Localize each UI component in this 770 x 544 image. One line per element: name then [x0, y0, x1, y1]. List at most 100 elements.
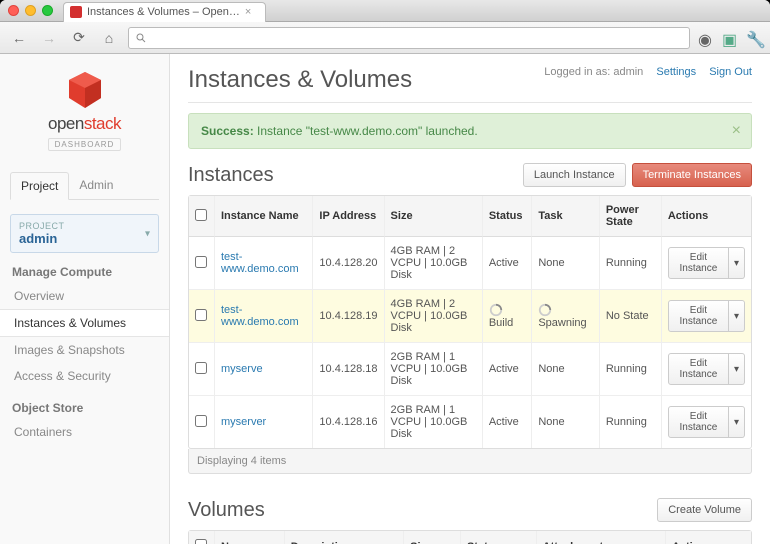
cell-size: 2GB RAM | 1 VCPU | 10.0GB Disk: [385, 343, 483, 396]
instances-table: Instance Name IP Address Size Status Tas…: [188, 195, 752, 449]
window-titlebar: Instances & Volumes – Open… ×: [0, 0, 770, 22]
globe-icon[interactable]: ◉: [698, 30, 714, 46]
edit-instance-dropdown[interactable]: ▾: [729, 353, 745, 385]
cell-size: 2GB RAM | 1 VCPU | 10.0GB Disk: [385, 396, 483, 448]
sidebar-item-overview[interactable]: Overview: [0, 283, 169, 309]
vcol-size: Size: [404, 531, 461, 544]
signout-link[interactable]: Sign Out: [709, 66, 752, 78]
project-selector[interactable]: PROJECT admin ▾: [10, 214, 159, 253]
row-checkbox[interactable]: [195, 309, 207, 321]
sidebar: openstack DASHBOARD Project Admin PROJEC…: [0, 54, 170, 544]
terminate-instances-button[interactable]: Terminate Instances: [632, 163, 752, 187]
extension-icon[interactable]: ▣: [722, 30, 738, 46]
tab-admin[interactable]: Admin: [69, 172, 123, 199]
col-actions: Actions: [662, 196, 751, 237]
table-row: test-www.demo.com 10.4.128.194GB RAM | 2 …: [189, 290, 751, 343]
openstack-icon: [63, 70, 107, 110]
col-status: Status: [483, 196, 532, 237]
section-compute-header: Manage Compute: [0, 253, 169, 283]
main-content: Instances & Volumes Logged in as: admin …: [170, 54, 770, 544]
sidebar-item-images-snapshots[interactable]: Images & Snapshots: [0, 337, 169, 363]
sidebar-item-access-security[interactable]: Access & Security: [0, 363, 169, 389]
launch-instance-button[interactable]: Launch Instance: [523, 163, 626, 187]
cell-power: No State: [600, 290, 662, 343]
cell-task: None: [532, 237, 600, 290]
table-row: myserve 10.4.128.182GB RAM | 1 VCPU | 10.…: [189, 343, 751, 396]
section-store-header: Object Store: [0, 389, 169, 419]
edit-instance-button[interactable]: Edit Instance: [668, 406, 729, 438]
back-button[interactable]: ←: [8, 28, 30, 48]
minimize-window-button[interactable]: [25, 5, 36, 16]
instance-name-link[interactable]: test-www.demo.com: [221, 251, 299, 275]
volumes-table: Name Description Size Status Attachments…: [188, 530, 752, 544]
cell-ip: 10.4.128.18: [313, 343, 384, 396]
select-all-checkbox[interactable]: [195, 209, 207, 221]
sidebar-item-instances-volumes[interactable]: Instances & Volumes: [0, 309, 169, 337]
volumes-heading: Volumes: [188, 499, 265, 522]
edit-instance-button[interactable]: Edit Instance: [668, 353, 729, 385]
instance-name-link[interactable]: myserve: [221, 363, 263, 375]
instances-footer: Displaying 4 items: [188, 449, 752, 474]
row-checkbox[interactable]: [195, 362, 207, 374]
address-bar[interactable]: [128, 27, 690, 49]
browser-toolbar: ← → ⟳ ⌂ ◉ ▣ 🔧: [0, 22, 770, 54]
cell-size: 4GB RAM | 2 VCPU | 10.0GB Disk: [385, 237, 483, 290]
sidebar-item-containers[interactable]: Containers: [0, 419, 169, 445]
cell-status: Active: [483, 396, 532, 448]
zoom-window-button[interactable]: [42, 5, 53, 16]
vcol-status: Status: [461, 531, 537, 544]
project-value: admin: [19, 231, 150, 246]
table-row: test-www.demo.com 10.4.128.204GB RAM | 2 …: [189, 237, 751, 290]
user-info: Logged in as: admin Settings Sign Out: [544, 66, 752, 78]
search-icon: [135, 32, 147, 44]
settings-link[interactable]: Settings: [656, 66, 696, 78]
wrench-icon[interactable]: 🔧: [746, 30, 762, 46]
instance-name-link[interactable]: test-www.demo.com: [221, 304, 299, 328]
close-tab-icon[interactable]: ×: [245, 6, 251, 18]
cell-status: Build: [483, 290, 532, 343]
close-alert-icon[interactable]: ×: [732, 122, 741, 140]
col-power: Power State: [600, 196, 662, 237]
edit-instance-button[interactable]: Edit Instance: [668, 247, 729, 279]
logo: openstack DASHBOARD: [0, 64, 169, 162]
instance-name-link[interactable]: myserver: [221, 416, 266, 428]
close-window-button[interactable]: [8, 5, 19, 16]
page-title: Instances & Volumes: [188, 66, 412, 94]
col-name: Instance Name: [215, 196, 313, 237]
dashboard-badge: DASHBOARD: [48, 138, 122, 151]
home-button[interactable]: ⌂: [98, 28, 120, 48]
edit-instance-dropdown[interactable]: ▾: [729, 406, 745, 438]
vcol-att: Attachments: [537, 531, 666, 544]
reload-button[interactable]: ⟳: [68, 28, 90, 48]
cell-ip: 10.4.128.16: [313, 396, 384, 448]
cell-size: 4GB RAM | 2 VCPU | 10.0GB Disk: [385, 290, 483, 343]
edit-instance-button[interactable]: Edit Instance: [668, 300, 729, 332]
cell-power: Running: [600, 343, 662, 396]
table-row: myserver 10.4.128.162GB RAM | 1 VCPU | 10…: [189, 396, 751, 448]
select-all-volumes-checkbox[interactable]: [195, 539, 207, 544]
create-volume-button[interactable]: Create Volume: [657, 498, 752, 522]
browser-tab[interactable]: Instances & Volumes – Open… ×: [63, 2, 266, 22]
cell-task: None: [532, 343, 600, 396]
success-alert: Success: Instance "test-www.demo.com" la…: [188, 113, 752, 149]
favicon-icon: [70, 6, 82, 18]
instances-heading: Instances: [188, 164, 274, 187]
cell-status: Active: [483, 237, 532, 290]
tab-project[interactable]: Project: [10, 172, 69, 200]
cell-power: Running: [600, 396, 662, 448]
cell-ip: 10.4.128.19: [313, 290, 384, 343]
cell-ip: 10.4.128.20: [313, 237, 384, 290]
row-checkbox[interactable]: [195, 256, 207, 268]
cell-status: Active: [483, 343, 532, 396]
vcol-name: Name: [215, 531, 285, 544]
forward-button[interactable]: →: [38, 28, 60, 48]
edit-instance-dropdown[interactable]: ▾: [729, 247, 745, 279]
project-label: PROJECT: [19, 221, 150, 231]
chevron-down-icon: ▾: [145, 228, 150, 239]
cell-power: Running: [600, 237, 662, 290]
col-task: Task: [532, 196, 600, 237]
row-checkbox[interactable]: [195, 415, 207, 427]
col-size: Size: [385, 196, 483, 237]
vcol-actions: Actions: [666, 531, 751, 544]
edit-instance-dropdown[interactable]: ▾: [729, 300, 745, 332]
